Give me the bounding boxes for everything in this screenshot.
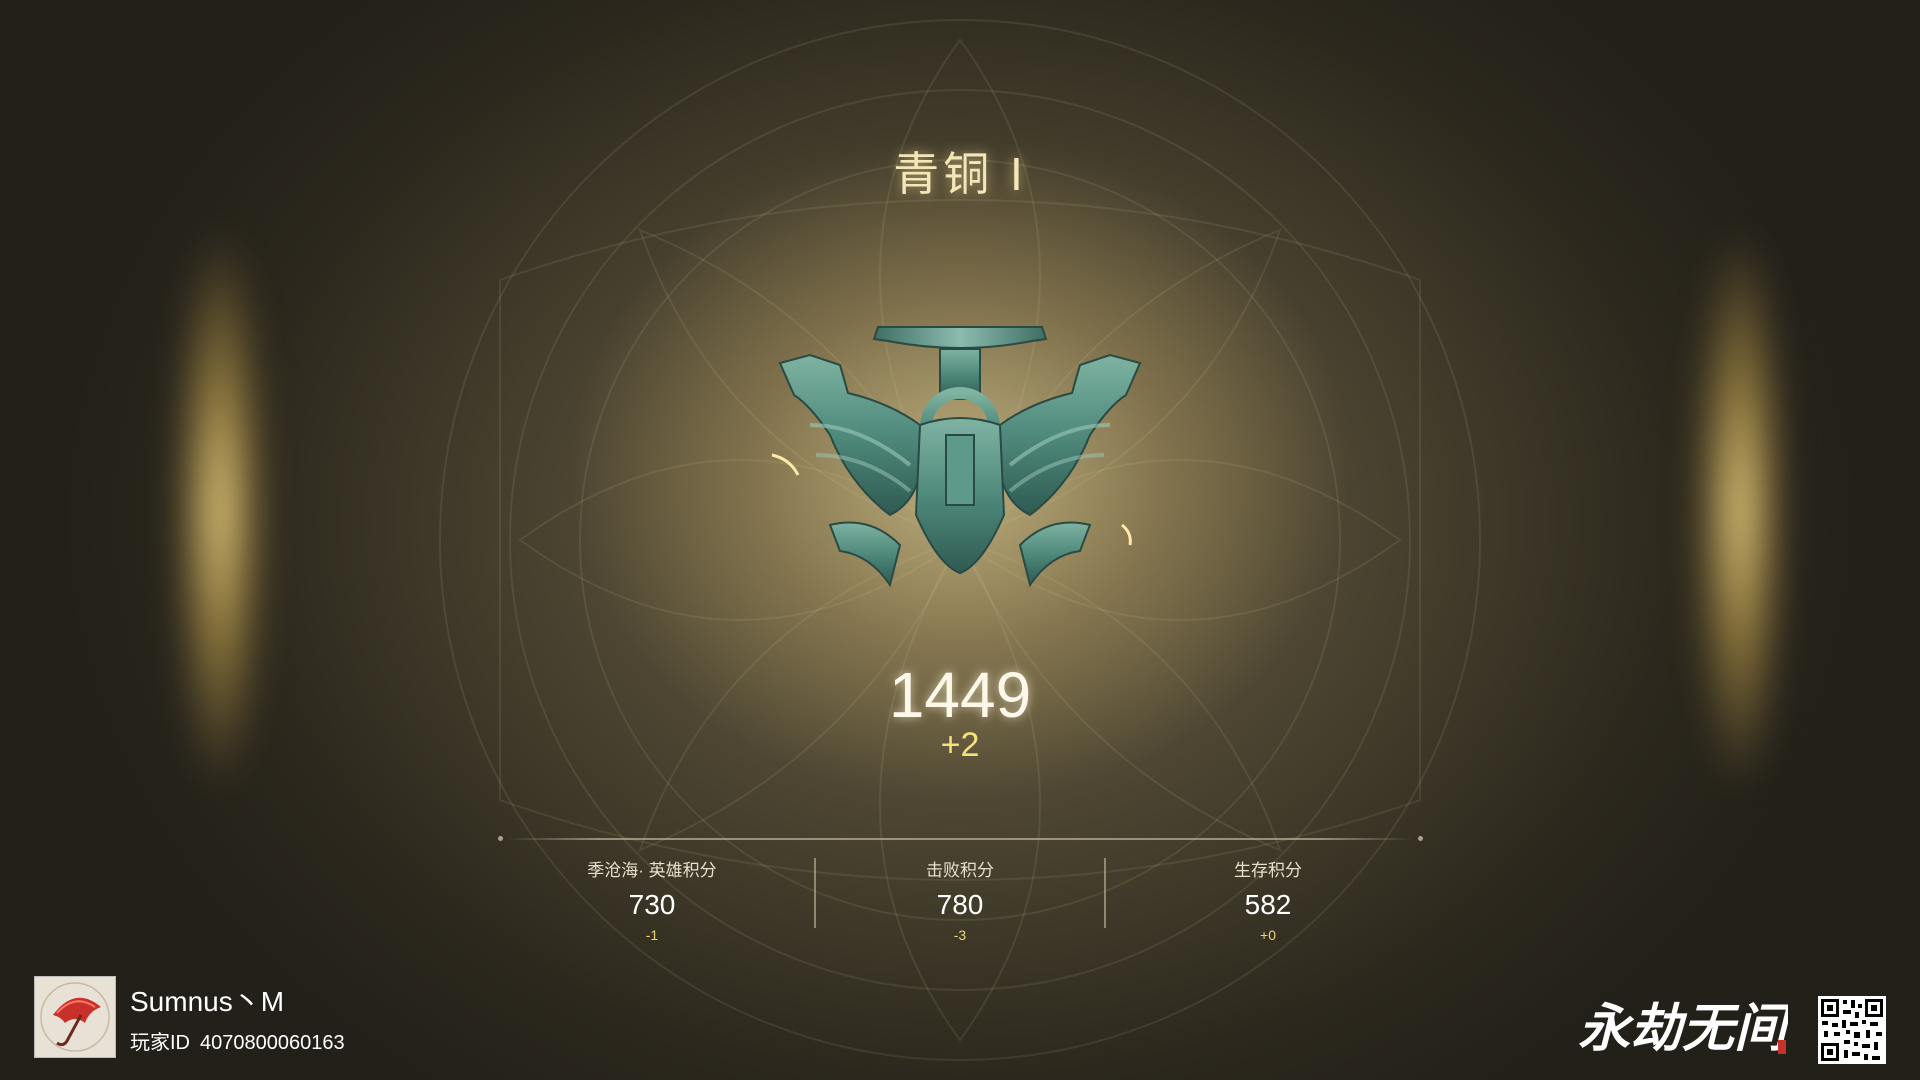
qr-code-icon[interactable] bbox=[1818, 996, 1886, 1064]
rank-title: 青铜 I bbox=[893, 148, 1027, 200]
player-name: Sumnus丶M bbox=[130, 986, 285, 1017]
player-id: 玩家ID 4070800060163 bbox=[130, 1026, 345, 1055]
player-id-label: 玩家ID bbox=[130, 1032, 190, 1054]
rank-score-delta: +2 bbox=[940, 726, 980, 764]
stat-value: 582 bbox=[1244, 889, 1292, 920]
stat-value: 730 bbox=[628, 889, 676, 920]
stat-delta: +0 bbox=[1260, 927, 1276, 943]
rank-score: 1449 bbox=[888, 659, 1032, 731]
stat-label: 击败积分 bbox=[926, 861, 994, 880]
player-id-value: 4070800060163 bbox=[200, 1032, 345, 1054]
stats-line-dot-right bbox=[1418, 836, 1423, 841]
game-logo: 永劫无间 bbox=[1578, 998, 1788, 1060]
stat-label: 季沧海· 英雄积分 bbox=[587, 861, 717, 880]
stat-value: 780 bbox=[936, 889, 984, 920]
stat-defeat-score: 击败积分 780 -3 bbox=[810, 856, 1110, 943]
stats-divider-line bbox=[508, 838, 1412, 840]
rank-result-screen: 青铜 I 1449 +2 季沧海· 英雄积分 730 -1 击败积分 780 -… bbox=[0, 0, 1920, 1080]
stat-survival-score: 生存积分 582 +0 bbox=[1118, 856, 1418, 943]
red-umbrella-avatar[interactable] bbox=[34, 976, 116, 1058]
stat-delta: -1 bbox=[645, 927, 659, 943]
stat-label: 生存积分 bbox=[1234, 861, 1302, 880]
bronze-rank-emblem-icon bbox=[771, 326, 1142, 588]
game-logo-text: 永劫无间 bbox=[1578, 999, 1788, 1059]
stat-delta: -3 bbox=[953, 927, 967, 943]
stat-divider bbox=[1104, 858, 1106, 928]
stat-hero-score: 季沧海· 英雄积分 730 -1 bbox=[502, 856, 802, 943]
stats-line-dot-left bbox=[498, 836, 503, 841]
